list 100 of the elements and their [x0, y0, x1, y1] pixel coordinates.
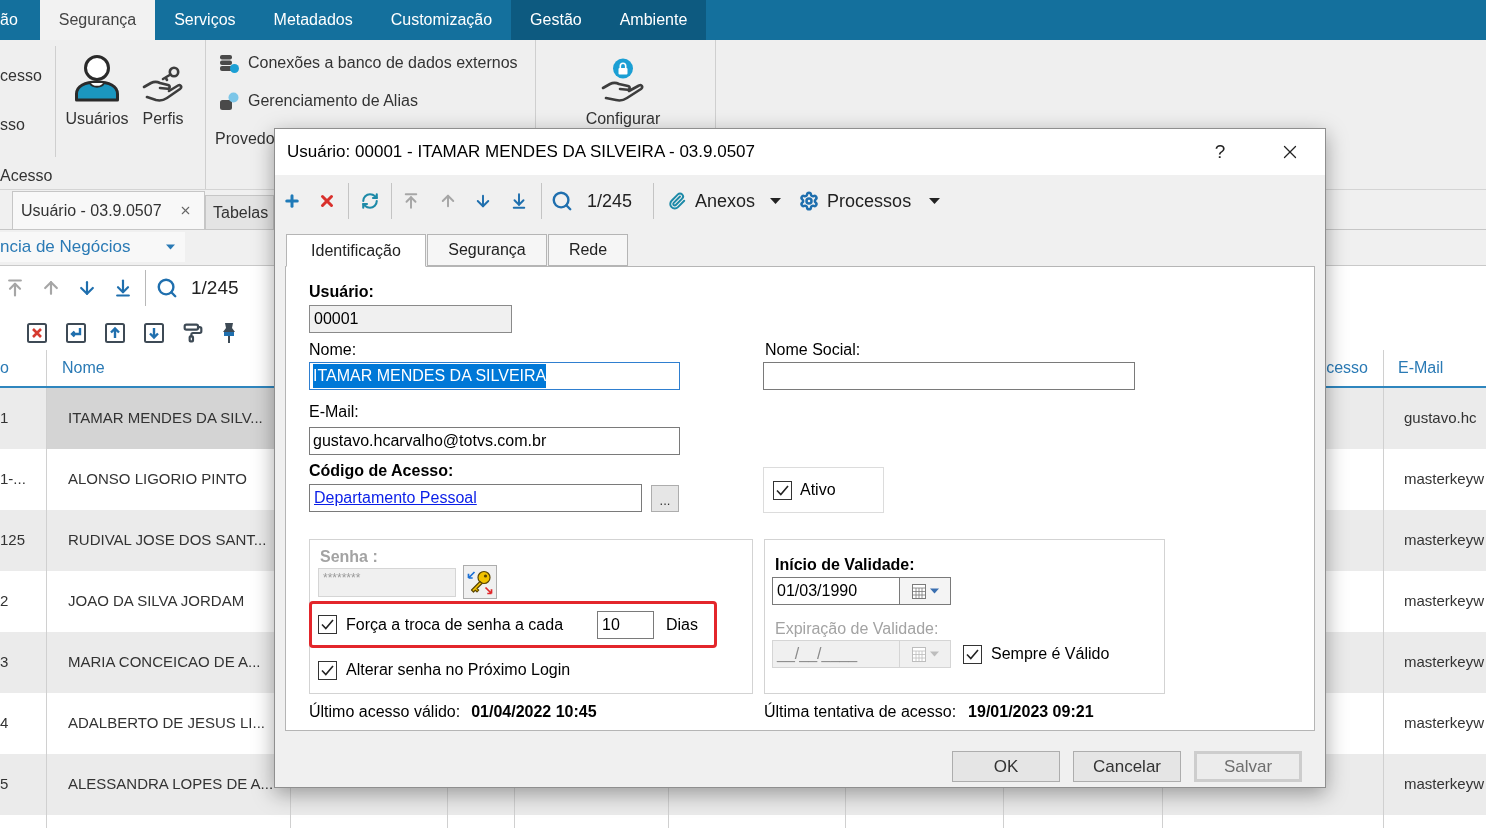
checkbox-label: Força a troca de senha a cada [346, 614, 564, 635]
menu-button[interactable]: Anexos [668, 183, 782, 219]
ribbon-button-label[interactable]: Configurar [585, 109, 661, 129]
field-label: Expiração de Validade: [775, 620, 939, 638]
checkbox-label: Ativo [800, 480, 836, 500]
database-icon [220, 91, 239, 111]
dialog-button[interactable]: OK [952, 751, 1060, 782]
info-label: Última tentativa de acesso: [764, 701, 957, 722]
table-cell-text: 1 [0, 408, 10, 429]
dropdown[interactable]: ncia de Negócios [0, 232, 185, 262]
number-field[interactable]: 10 [597, 610, 654, 639]
unit-label: Dias [666, 614, 698, 635]
selected-text: ITAMAR MENDES DA SILVEIRA [313, 364, 547, 388]
field-label: E-Mail: [309, 403, 359, 421]
dialog-button[interactable]: Cancelar [1073, 751, 1181, 782]
column-header[interactable]: E-Mail [1398, 356, 1444, 380]
menu-tab[interactable]: Serviços [155, 0, 255, 40]
database-icon [220, 53, 239, 73]
caret-icon [929, 588, 939, 594]
checkbox[interactable] [773, 480, 792, 500]
text-field[interactable]: ITAMAR MENDES DA SILVEIRA [309, 362, 680, 390]
calendar-icon [911, 583, 926, 599]
menu-tab[interactable]: ão [0, 0, 40, 40]
document-tab[interactable]: Usuário - 03.9.0507 [12, 191, 205, 229]
checkbox[interactable] [963, 644, 982, 664]
calendar-icon [911, 646, 926, 662]
circular-arrows-icon[interactable] [361, 192, 379, 210]
ribbon-item[interactable]: Conexões a banco de dados externos [248, 53, 518, 73]
tab[interactable]: Segurança [427, 234, 547, 266]
table-cell-text: 5 [0, 774, 10, 795]
menu-tab[interactable]: Ambiente [600, 0, 707, 40]
arrow-to-bottom-icon[interactable] [113, 278, 133, 298]
square-arrow-up-icon[interactable] [105, 323, 125, 343]
date-field[interactable]: 01/03/1990 [772, 577, 900, 605]
hand-with-key-icon [142, 66, 184, 102]
table-cell-text: 1-... [0, 469, 27, 490]
pin-icon[interactable] [222, 322, 236, 344]
ribbon-item[interactable]: Provedo [215, 129, 275, 149]
caret-icon [929, 198, 941, 204]
menu-tab[interactable]: Gestão [511, 0, 601, 40]
window-title: Usuário: 00001 - ITAMAR MENDES DA SILVEIRA - 03.9.0507 [287, 141, 755, 164]
key-button[interactable] [463, 565, 497, 599]
square-arrow-down-icon[interactable] [144, 323, 164, 343]
field-label: Início de Validade: [775, 556, 915, 574]
checkbox[interactable] [318, 615, 337, 634]
hand-with-lock-icon [601, 58, 645, 102]
plus-icon[interactable] [283, 192, 301, 210]
help-button[interactable]: ? [1197, 132, 1243, 172]
text-field[interactable]: Departamento Pessoal [309, 484, 642, 512]
ribbon-item[interactable]: Gerenciamento de Alias [248, 91, 418, 111]
text-field[interactable] [763, 362, 1135, 390]
close-icon[interactable] [179, 204, 192, 217]
caret-icon [929, 651, 939, 657]
arrow-down-icon[interactable] [474, 192, 492, 210]
table-cell-text: 3 [0, 652, 10, 673]
ribbon-item[interactable]: sso [0, 115, 25, 135]
search-icon[interactable] [156, 277, 178, 299]
caret-icon [770, 198, 782, 204]
info-value: 01/04/2022 10:45 [471, 702, 597, 722]
table-cell-text: 125 [0, 530, 27, 551]
key-icon [467, 569, 493, 595]
paperclip-icon [668, 192, 687, 210]
menu-tab[interactable]: Segurança [39, 0, 156, 40]
column-header[interactable]: cesso [1326, 356, 1368, 380]
checkbox-label: Alterar senha no Próximo Login [346, 660, 571, 680]
ribbon-button-label[interactable]: Usuários [65, 109, 129, 129]
field-label: Senha : [320, 548, 378, 566]
search-icon[interactable] [551, 190, 573, 212]
info-value: 19/01/2023 09:21 [968, 702, 1094, 722]
menu-button[interactable]: Processos [799, 183, 941, 219]
person-icon [74, 54, 120, 102]
ribbon-button-label[interactable]: Perfis [142, 109, 184, 129]
calendar-button[interactable] [900, 577, 951, 605]
tab[interactable]: Rede [548, 234, 628, 266]
caret-icon [166, 244, 175, 250]
group-caption: Acesso [0, 166, 53, 186]
gear-icon [799, 191, 820, 211]
arrow-to-bottom-icon[interactable] [510, 192, 528, 210]
link[interactable]: Departamento Pessoal [314, 486, 477, 510]
tab[interactable]: Identificação [286, 234, 426, 267]
menu-tab[interactable]: Metadados [254, 0, 372, 40]
record-counter: 1/245 [191, 275, 239, 300]
paint-roller-icon[interactable] [183, 323, 203, 343]
square-cross-icon[interactable] [27, 323, 47, 343]
column-header[interactable]: Nome [62, 356, 105, 380]
table-cell[interactable]: ITAMAR MENDES DA SILV... [46, 388, 274, 449]
text-field[interactable]: gustavo.hcarvalho@totvs.com.br [309, 427, 680, 455]
menu-tab[interactable]: Customização [371, 0, 512, 40]
lookup-button[interactable]: ... [651, 484, 679, 512]
text-field[interactable]: 00001 [309, 305, 512, 333]
field-label: Nome Social: [765, 341, 861, 359]
document-tab[interactable]: Tabelas [205, 195, 274, 229]
ribbon-item[interactable]: cesso [0, 66, 42, 86]
record-counter: 1/245 [587, 189, 633, 213]
table-cell-text: 2 [0, 591, 10, 612]
info-label: Último acesso válido: [309, 701, 461, 722]
checkbox[interactable] [318, 660, 337, 680]
cross-icon[interactable] [318, 192, 336, 210]
column-header[interactable]: o [0, 356, 9, 380]
table-cell-text: 4 [0, 713, 10, 734]
